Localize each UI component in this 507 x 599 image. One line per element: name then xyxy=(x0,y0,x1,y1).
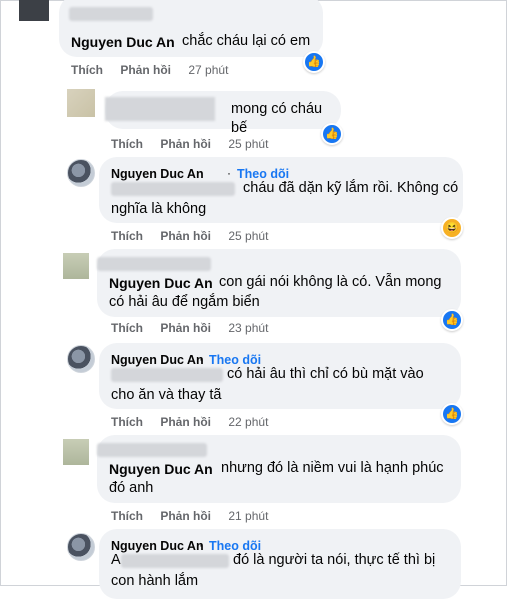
avatar[interactable] xyxy=(63,253,89,279)
reply-button[interactable]: Phản hồi xyxy=(160,137,211,151)
like-reaction-icon[interactable]: 👍 xyxy=(441,309,463,331)
avatar[interactable] xyxy=(67,345,95,373)
comment-text: con hành lắm xyxy=(111,573,199,589)
comment-text: nghĩa là không xyxy=(111,201,207,217)
comment-text: có hải âu để ngắm biển xyxy=(109,294,260,310)
timestamp[interactable]: 23 phút xyxy=(228,321,268,335)
redacted-name xyxy=(105,97,215,121)
comment-author[interactable]: Nguyen Duc An xyxy=(109,274,213,293)
comment-actions: Thích Phản hồi 27 phút xyxy=(71,63,242,77)
comment-text: con gái nói không là có. Vẫn mong xyxy=(219,274,442,290)
redacted-name xyxy=(97,443,207,457)
redacted-name xyxy=(69,7,153,21)
redacted-name xyxy=(97,257,211,271)
comment-author[interactable]: Nguyen Duc An xyxy=(109,460,213,479)
like-button[interactable]: Thích xyxy=(71,63,103,77)
redacted-name xyxy=(121,554,229,568)
comment-bubble: Nguyen Duc An · Theo dõi A đó là người t… xyxy=(99,529,461,599)
comment-actions: Thích Phản hồi 25 phút xyxy=(111,229,282,243)
comment-text-prefix: A xyxy=(111,552,121,568)
comment-actions: Thích Phản hồi 25 phút xyxy=(111,137,282,151)
comment-text: nhưng đó là niềm vui là hạnh phúc xyxy=(221,460,444,476)
timestamp[interactable]: 27 phút xyxy=(188,63,228,77)
like-button[interactable]: Thích xyxy=(111,137,143,151)
comment-bubble: Nguyen Duc An · Theo dõi cháu đã dặn kỹ … xyxy=(99,157,463,223)
like-reaction-icon[interactable]: 👍 xyxy=(441,403,463,425)
comment-text: cho ăn và thay tã xyxy=(111,387,222,403)
avatar[interactable] xyxy=(67,533,95,561)
comment-text: đó anh xyxy=(109,480,154,496)
reply-button[interactable]: Phản hồi xyxy=(160,229,211,243)
reply-button[interactable]: Phản hồi xyxy=(120,63,171,77)
timestamp[interactable]: 22 phút xyxy=(228,415,268,429)
separator: · xyxy=(227,166,231,180)
like-reaction-icon[interactable]: 👍 xyxy=(321,123,343,145)
redacted-name xyxy=(111,182,235,196)
comment-bubble: Nguyen Duc An chắc cháu lại có em xyxy=(59,0,323,57)
comment-bubble: Nguyen Duc An nhưng đó là niềm vui là hạ… xyxy=(97,435,461,503)
separator: · xyxy=(199,538,203,552)
comment-bubble: mong có cháu bế xyxy=(105,91,341,136)
timestamp[interactable]: 25 phút xyxy=(228,229,268,243)
comment-actions: Thích Phản hồi 23 phút xyxy=(111,321,282,335)
timestamp[interactable]: 25 phút xyxy=(228,137,268,151)
like-button[interactable]: Thích xyxy=(111,415,143,429)
comment-text: chắc cháu lại có em xyxy=(182,33,311,49)
comment-actions: Thích Phản hồi 21 phút xyxy=(111,509,282,523)
comment-actions: Thích Phản hồi 22 phút xyxy=(111,415,282,429)
comment-text: cháu đã dặn kỹ lắm rồi. Không có xyxy=(243,180,459,196)
redacted-name xyxy=(111,368,223,382)
avatar[interactable] xyxy=(67,159,95,187)
like-button[interactable]: Thích xyxy=(111,509,143,523)
reply-button[interactable]: Phản hồi xyxy=(160,321,211,335)
separator: · xyxy=(199,352,203,366)
timestamp[interactable]: 21 phút xyxy=(228,509,268,523)
like-button[interactable]: Thích xyxy=(111,229,143,243)
reply-button[interactable]: Phản hồi xyxy=(160,415,211,429)
comment-text: đó là người ta nói, thực tế thì bị xyxy=(233,552,436,568)
comment-author[interactable]: Nguyen Duc An xyxy=(71,33,175,52)
like-button[interactable]: Thích xyxy=(111,321,143,335)
like-reaction-icon[interactable]: 👍 xyxy=(303,51,325,73)
reply-button[interactable]: Phản hồi xyxy=(160,509,211,523)
comment-bubble: Nguyen Duc An · Theo dõi có hải âu thì c… xyxy=(99,343,461,409)
avatar[interactable] xyxy=(63,439,89,465)
avatar[interactable] xyxy=(67,89,95,117)
haha-reaction-icon[interactable]: 😆 xyxy=(441,217,463,239)
comment-bubble: Nguyen Duc An con gái nói không là có. V… xyxy=(97,249,461,317)
comment-text: có hải âu thì chỉ có bù mặt vào xyxy=(227,366,424,382)
avatar[interactable] xyxy=(19,0,49,21)
